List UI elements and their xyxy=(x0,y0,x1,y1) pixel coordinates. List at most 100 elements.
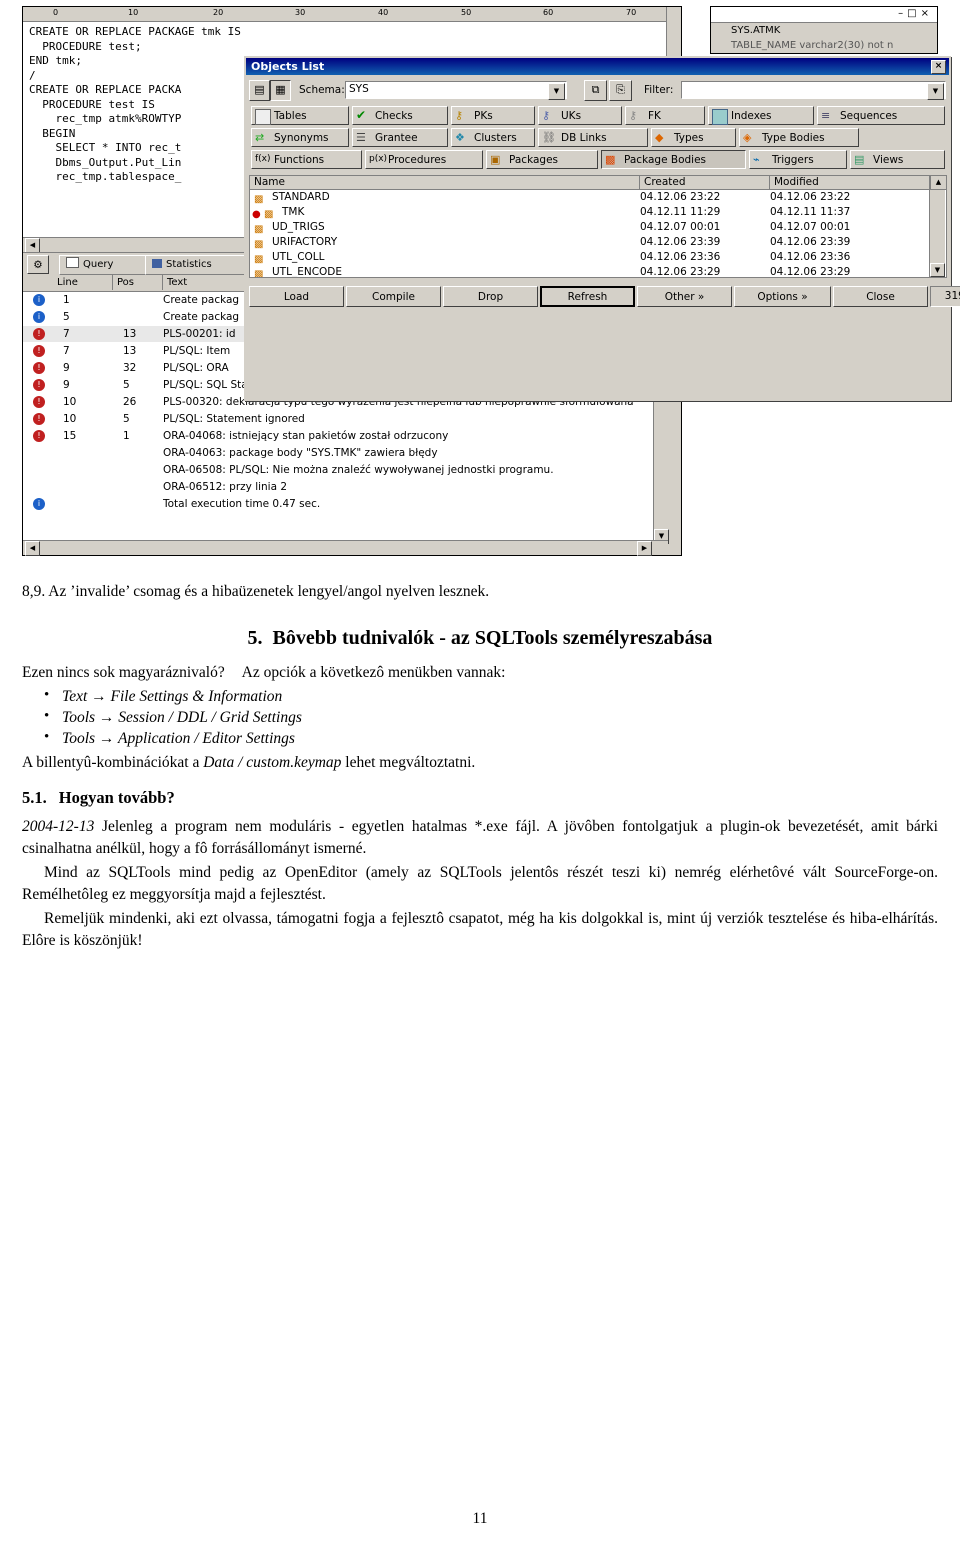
synonym-icon: ⇄ xyxy=(255,131,265,144)
message-row[interactable]: ORA-06508: PL/SQL: Nie można znaleźć wyw… xyxy=(23,462,668,478)
type-button-checks[interactable]: ✔ Checks xyxy=(352,106,448,125)
message-line: 9 xyxy=(63,379,70,391)
message-row[interactable]: ! 10 5 PL/SQL: Statement ignored xyxy=(23,411,668,427)
message-line: 5 xyxy=(63,311,70,323)
message-pos: 5 xyxy=(123,379,130,391)
type-button-views[interactable]: ▤ Views xyxy=(850,150,945,169)
type-button-uks[interactable]: ⚷ UKs xyxy=(538,106,622,125)
type-button-label: Grantee xyxy=(375,132,418,144)
table-row[interactable]: ▩ UD_TRIGS 04.12.07 00:01 04.12.07 00:01 xyxy=(250,220,930,235)
editor-scroll-left-button[interactable]: ◀ xyxy=(25,238,40,253)
schema-label: Schema: xyxy=(299,84,345,96)
table-row[interactable]: ▩ UTL_COLL 04.12.06 23:36 04.12.06 23:36 xyxy=(250,250,930,265)
message-row[interactable]: ORA-04063: package body "SYS.TMK" zawier… xyxy=(23,445,668,461)
tab-query[interactable]: Query xyxy=(59,255,155,275)
type-button-tables[interactable]: Tables xyxy=(251,106,349,125)
message-row[interactable]: ORA-06512: przy linia 2 xyxy=(23,479,668,495)
status-scroll-right-button[interactable]: ▶ xyxy=(637,541,652,556)
options-button[interactable]: Options » xyxy=(734,286,831,307)
db-link-icon: ⛓ xyxy=(542,131,556,144)
subsection-number: 5.1. xyxy=(22,788,47,807)
type-button-package-bodies[interactable]: ▩ Package Bodies xyxy=(601,150,746,169)
col-pos[interactable]: Pos xyxy=(113,275,163,290)
refresh-button[interactable]: Refresh xyxy=(540,286,635,307)
table-row[interactable]: ▩ UTL_ENCODE 04.12.06 23:29 04.12.06 23:… xyxy=(250,265,930,278)
type-button-label: Clusters xyxy=(474,132,517,144)
package-body-icon: ▩ xyxy=(254,254,264,265)
paste-icon[interactable]: ⎘ xyxy=(609,80,632,101)
column-header-name[interactable]: Name xyxy=(250,176,640,189)
status-scroll-left-button[interactable]: ◀ xyxy=(25,541,40,556)
type-button-dblinks[interactable]: ⛓ DB Links xyxy=(538,128,648,147)
col-line[interactable]: Line xyxy=(53,275,113,290)
table-row[interactable]: ▩ STANDARD 04.12.06 23:22 04.12.06 23:22 xyxy=(250,190,930,205)
message-text: ORA-06508: PL/SQL: Nie można znaleźć wyw… xyxy=(163,464,554,476)
message-text: PLS-00201: id xyxy=(163,328,236,340)
objects-list-toolbar: ▤ ▦ Schema: SYS ▼ ⧉ ⎘ Filter: ▼ xyxy=(249,79,946,103)
column-header-modified[interactable]: Modified xyxy=(770,176,930,189)
window-control-icons[interactable]: –□× xyxy=(898,8,933,19)
type-button-label: Procedures xyxy=(388,154,447,166)
type-button-triggers[interactable]: ⌁ Triggers xyxy=(749,150,847,169)
chevron-down-icon[interactable]: ▼ xyxy=(548,83,565,100)
tab-statistics[interactable]: Statistics xyxy=(145,255,251,275)
table-row-selected[interactable]: ● ▩ TMK 04.12.11 11:29 04.12.11 11:37 xyxy=(250,205,930,220)
object-created: 04.12.06 23:29 xyxy=(640,266,721,278)
type-button-label: Packages xyxy=(509,154,558,166)
schema-select[interactable]: SYS ▼ xyxy=(345,81,567,100)
close-button[interactable]: Close xyxy=(833,286,928,307)
type-button-pks[interactable]: ⚷ PKs xyxy=(451,106,535,125)
type-button-label: Synonyms xyxy=(274,132,329,144)
type-button-type-bodies[interactable]: ◈ Type Bodies xyxy=(739,128,859,147)
function-icon: f(x) xyxy=(255,154,271,164)
copy-icon[interactable]: ⧉ xyxy=(584,80,607,101)
message-row[interactable]: i Total execution time 0.47 sec. xyxy=(23,496,668,512)
page-number: 11 xyxy=(472,1510,488,1527)
close-icon[interactable]: × xyxy=(931,60,946,74)
type-button-packages[interactable]: ▣ Packages xyxy=(486,150,598,169)
column-header-created[interactable]: Created xyxy=(640,176,770,189)
section-heading: 5. Bôvebb tudnivalók - az SQLTools személ… xyxy=(22,627,938,650)
load-button[interactable]: Load xyxy=(249,286,344,307)
filter-input[interactable]: ▼ xyxy=(681,81,946,100)
type-button-fk[interactable]: ⚷ FK xyxy=(625,106,705,125)
type-button-label: Views xyxy=(873,154,904,166)
objects-scroll-down-button[interactable]: ▼ xyxy=(930,263,945,277)
key-icon: ⚷ xyxy=(542,109,551,122)
objects-table-body[interactable]: ▩ STANDARD 04.12.06 23:22 04.12.06 23:22… xyxy=(249,190,947,278)
list-view-icon[interactable]: ▤ xyxy=(249,80,270,101)
type-button-clusters[interactable]: ❖ Clusters xyxy=(451,128,535,147)
error-icon: ! xyxy=(33,362,45,374)
drop-button[interactable]: Drop xyxy=(443,286,538,307)
type-button-sequences[interactable]: ≡ Sequences xyxy=(817,106,945,125)
info-icon: i xyxy=(33,311,45,323)
type-button-label: DB Links xyxy=(561,132,607,144)
objects-scroll-up-button[interactable]: ▲ xyxy=(930,176,946,189)
compile-button[interactable]: Compile xyxy=(346,286,441,307)
type-button-indexes[interactable]: Indexes xyxy=(708,106,814,125)
type-button-types[interactable]: ◆ Types xyxy=(651,128,736,147)
detail-view-icon[interactable]: ▦ xyxy=(270,80,291,101)
type-button-procedures[interactable]: p(x) Procedures xyxy=(365,150,483,169)
type-button-synonyms[interactable]: ⇄ Synonyms xyxy=(251,128,349,147)
check-icon: ✔ xyxy=(356,108,367,122)
table-icon xyxy=(255,109,271,125)
other-button[interactable]: Other » xyxy=(637,286,732,307)
paragraph-2: Mind az SQLTools mind pedig az OpenEdito… xyxy=(22,864,938,903)
message-text: Create packag xyxy=(163,311,240,323)
type-button-label: Functions xyxy=(274,154,325,166)
table-row[interactable]: ▩ URIFACTORY 04.12.06 23:39 04.12.06 23:… xyxy=(250,235,930,250)
schema-value: SYS xyxy=(349,83,369,95)
type-button-grantee[interactable]: ☰ Grantee xyxy=(352,128,448,147)
objects-vertical-scrollbar[interactable]: ▼ xyxy=(929,190,945,277)
error-icon: ! xyxy=(33,396,45,408)
type-button-functions[interactable]: f(x) Functions xyxy=(251,150,362,169)
grid-settings-icon[interactable]: ⚙ xyxy=(27,255,49,274)
message-row[interactable]: ! 15 1 ORA-04068: istniejący stan pakiet… xyxy=(23,428,668,444)
section-intro-rest: Az opciók a következô menükben vannak: xyxy=(241,664,506,681)
type-button-label: Types xyxy=(674,132,704,144)
chevron-down-icon[interactable]: ▼ xyxy=(927,83,944,100)
view-icon: ▤ xyxy=(854,153,865,166)
keymap-file: Data / custom.keymap xyxy=(203,754,342,771)
info-icon: i xyxy=(33,498,45,510)
